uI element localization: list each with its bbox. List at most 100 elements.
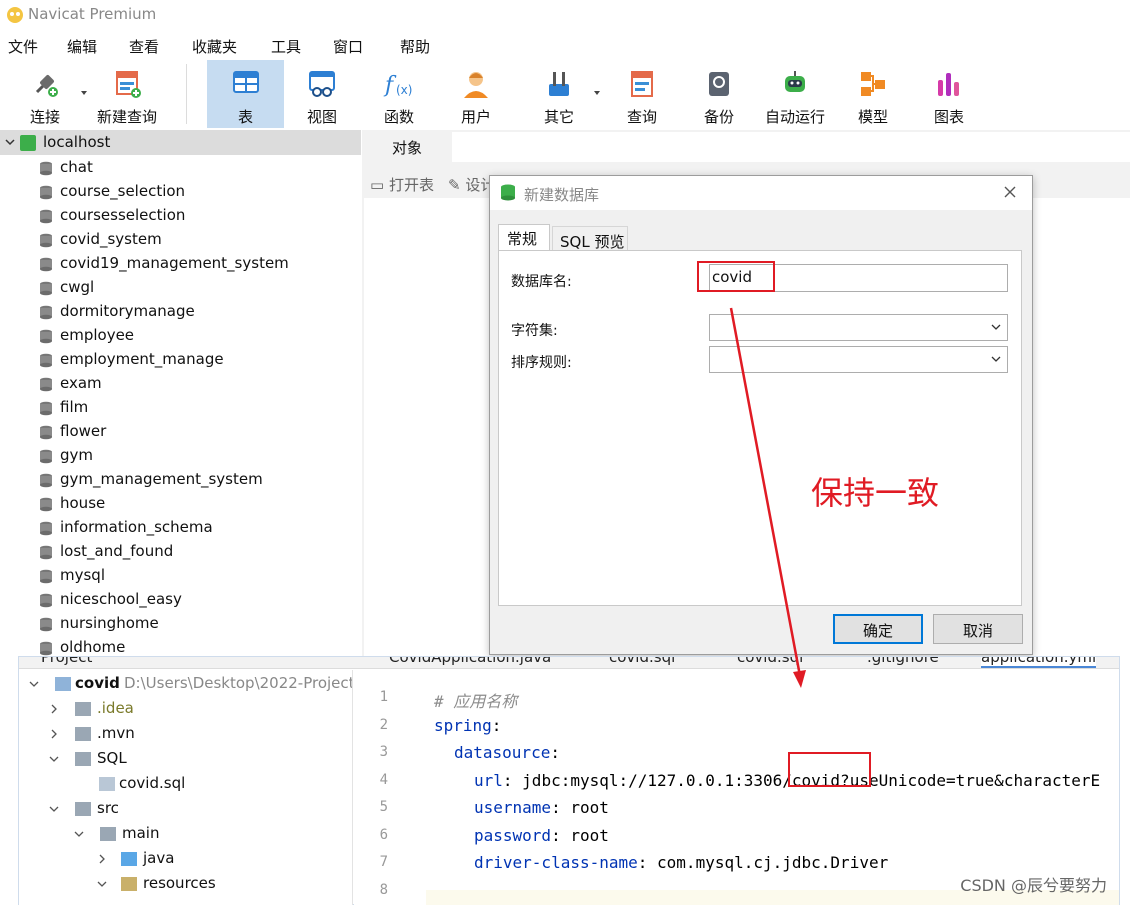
database-icon	[501, 184, 515, 201]
query-button[interactable]: 查询	[609, 62, 675, 126]
tab-application-yml[interactable]: application.yml	[981, 657, 1097, 668]
table-button[interactable]: 表	[207, 60, 284, 128]
open-table-button[interactable]: ▭ 打开表	[370, 174, 434, 195]
code-line: spring:	[434, 716, 501, 735]
database-icon	[40, 257, 52, 272]
tab-sql-preview[interactable]: SQL 预览	[552, 226, 628, 251]
chevron-down-icon	[991, 356, 1001, 362]
database-name: gym_management_system	[60, 470, 263, 488]
tree-idea-label: .idea	[97, 699, 134, 717]
project-root-path: D:\Users\Desktop\2022-Project\	[124, 674, 353, 692]
other-dropdown-icon[interactable]	[594, 91, 600, 95]
chart-icon	[938, 73, 959, 96]
auto-run-button[interactable]: 自动运行	[759, 62, 831, 126]
tree-database-item[interactable]: covid19_management_system	[0, 252, 361, 276]
chart-button[interactable]: 图表	[916, 62, 982, 126]
user-button[interactable]: 用户	[443, 62, 509, 126]
module-folder-icon	[55, 677, 71, 691]
menu-favorites[interactable]: 收藏夹	[192, 36, 237, 57]
backup-button[interactable]: 备份	[686, 62, 752, 126]
collation-select[interactable]	[709, 346, 1008, 373]
svg-text:f: f	[383, 73, 397, 98]
tree-database-item[interactable]: information_schema	[0, 516, 361, 540]
ide-window: Project CovidApplication.java covid.sql …	[18, 656, 1120, 905]
tree-database-item[interactable]: coursesselection	[0, 204, 361, 228]
tree-database-item[interactable]: cwgl	[0, 276, 361, 300]
database-name: gym	[60, 446, 94, 464]
db-name-label: 数据库名:	[511, 274, 572, 290]
new-query-button[interactable]: 新建查询	[93, 62, 161, 126]
tree-sql-label: SQL	[97, 749, 127, 767]
robot-icon	[785, 71, 805, 92]
folder-icon	[75, 752, 91, 766]
tree-mvn-label: .mvn	[97, 724, 135, 742]
chevron-down-icon	[49, 806, 59, 812]
query-icon	[631, 71, 653, 97]
tree-database-item[interactable]: employee	[0, 324, 361, 348]
tree-database-item[interactable]: house	[0, 492, 361, 516]
tree-database-item[interactable]: lost_and_found	[0, 540, 361, 564]
model-icon	[861, 72, 885, 96]
tree-connection-localhost[interactable]: localhost	[0, 130, 361, 155]
cancel-button[interactable]: 取消	[933, 614, 1023, 644]
database-icon	[40, 569, 52, 584]
tree-database-item[interactable]: exam	[0, 372, 361, 396]
menu-window[interactable]: 窗口	[333, 36, 363, 57]
tab-objects[interactable]: 对象	[362, 130, 452, 162]
tab-covid-sql-2[interactable]: covid.sql	[737, 657, 803, 666]
menu-edit[interactable]: 编辑	[67, 36, 97, 57]
tab-covid-application[interactable]: CovidApplication.java	[389, 657, 551, 666]
tree-database-item[interactable]: flower	[0, 420, 361, 444]
tree-database-item[interactable]: nursinghome	[0, 612, 361, 636]
tree-database-item[interactable]: film	[0, 396, 361, 420]
tree-database-item[interactable]: mysql	[0, 564, 361, 588]
database-icon	[40, 545, 52, 560]
menu-file[interactable]: 文件	[8, 36, 38, 57]
database-icon	[40, 617, 52, 632]
chevron-down-icon	[29, 681, 39, 687]
connect-button[interactable]: 连接	[14, 62, 76, 126]
line-number: 5	[379, 799, 388, 815]
menu-view[interactable]: 查看	[129, 36, 159, 57]
database-name: chat	[60, 158, 93, 176]
tree-database-item[interactable]: dormitorymanage	[0, 300, 361, 324]
chevron-down-icon	[49, 756, 59, 762]
line-number: 2	[379, 716, 388, 733]
new-database-dialog: 新建数据库 常规 SQL 预览 数据库名: covid 字符集: 排序规则: 确…	[489, 175, 1033, 655]
charset-select[interactable]	[709, 314, 1008, 341]
menu-bar: 文件 编辑 查看 收藏夹 工具 窗口 帮助	[0, 32, 1130, 58]
function-button[interactable]: f (x) 函数	[366, 62, 432, 126]
tab-general[interactable]: 常规	[498, 224, 550, 250]
model-button[interactable]: 模型	[840, 62, 906, 126]
other-button[interactable]: 其它	[528, 62, 590, 126]
tree-database-item[interactable]: chat	[0, 156, 361, 180]
close-icon[interactable]	[1002, 184, 1018, 200]
dialog-title: 新建数据库	[524, 186, 600, 204]
view-button[interactable]: 视图	[289, 62, 355, 126]
tab-gitignore[interactable]: .gitignore	[867, 657, 939, 666]
tab-covid-sql-1[interactable]: covid.sql	[609, 657, 675, 666]
code-editor[interactable]: 1 # 应用名称 2 spring: 3 datasource: 4 url: jdbc:my…	[354, 670, 1119, 905]
yaml-key: username	[474, 798, 552, 817]
resources-folder-icon	[121, 877, 137, 891]
connect-dropdown-icon[interactable]	[81, 91, 87, 95]
tree-database-item[interactable]: gym	[0, 444, 361, 468]
user-label: 用户	[460, 108, 491, 126]
tab-project[interactable]: Project	[41, 657, 92, 666]
tree-database-item[interactable]: gym_management_system	[0, 468, 361, 492]
tab-strip	[452, 132, 1130, 162]
tree-resources-label: resources	[143, 874, 216, 892]
tree-database-item[interactable]: employment_manage	[0, 348, 361, 372]
menu-tools[interactable]: 工具	[271, 36, 301, 57]
function-icon: f (x)	[383, 73, 412, 98]
chevron-down-icon[interactable]	[4, 136, 16, 148]
collation-label: 排序规则:	[511, 355, 572, 371]
tree-database-item[interactable]: course_selection	[0, 180, 361, 204]
menu-help[interactable]: 帮助	[400, 36, 430, 57]
ok-button[interactable]: 确定	[833, 614, 923, 644]
connection-label: localhost	[43, 133, 111, 151]
tree-database-item[interactable]: niceschool_easy	[0, 588, 361, 612]
tree-database-item[interactable]: covid_system	[0, 228, 361, 252]
main-toolbar: 连接 新建查询 表 视图 f (x) 函数 用户 其它 查询 备份 自动运行 模…	[0, 58, 1130, 128]
tab-objects-label: 对象	[392, 139, 423, 157]
